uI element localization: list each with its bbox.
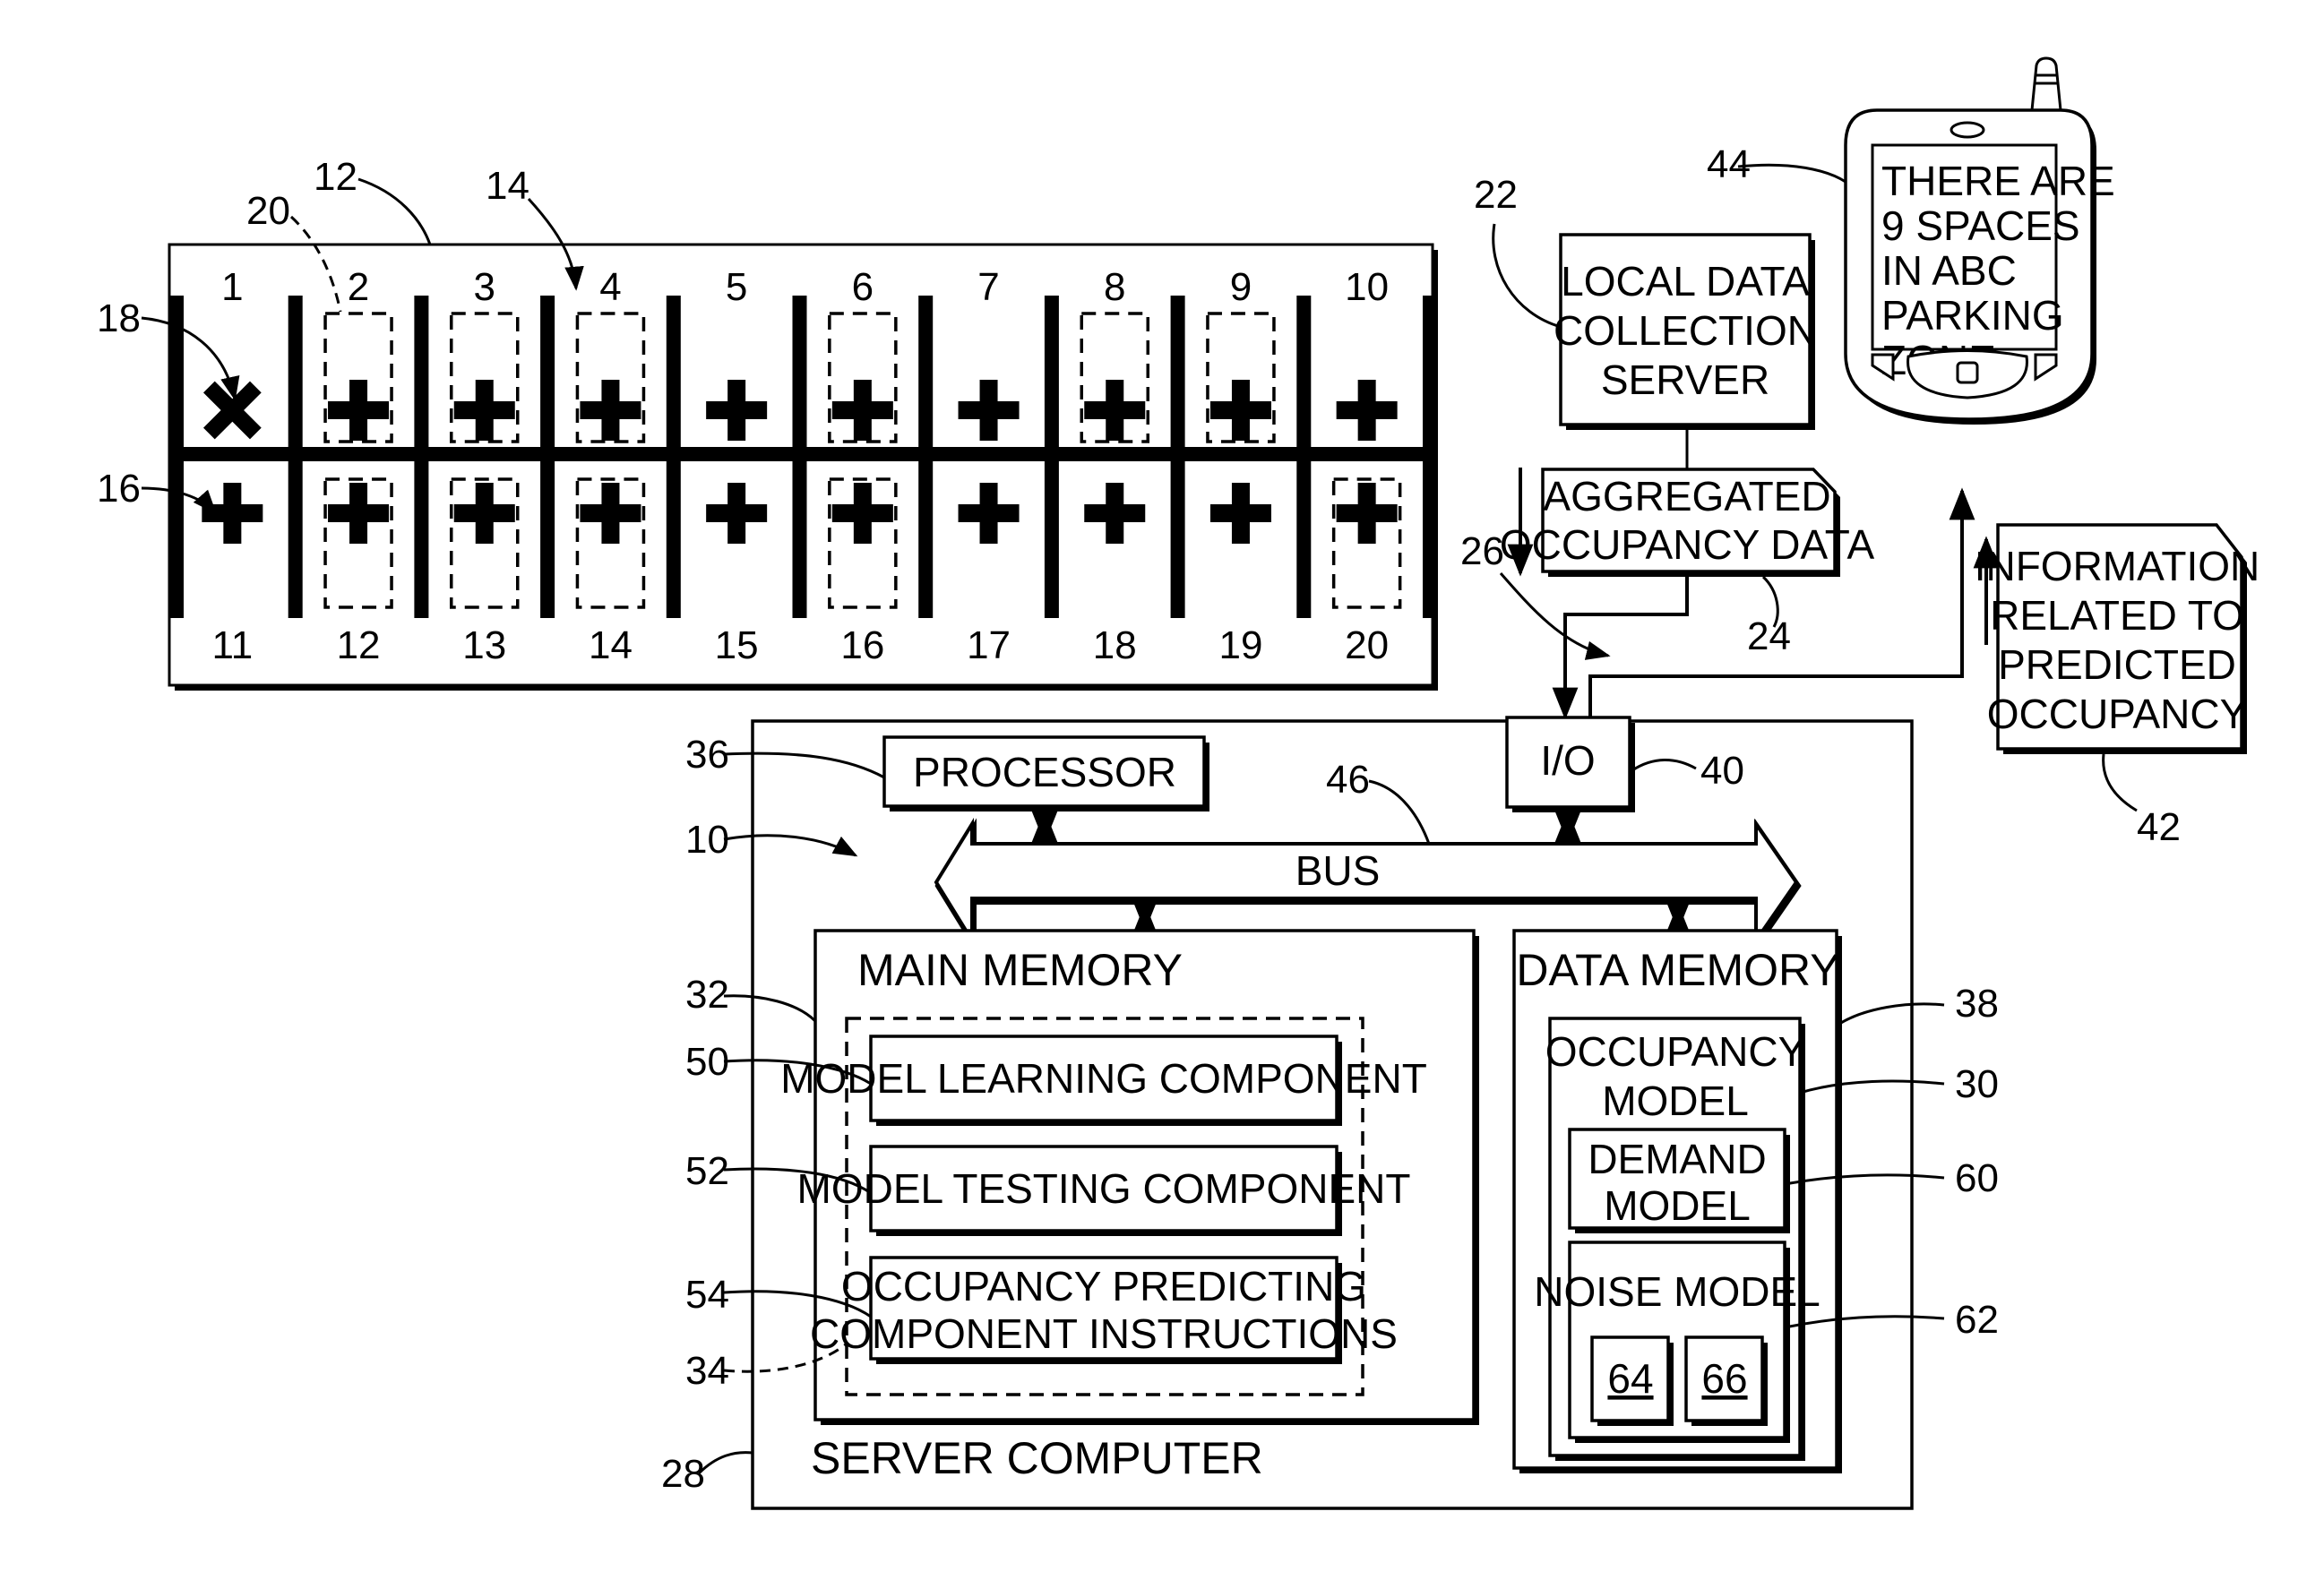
space-divider-line — [414, 296, 429, 618]
bus-label: BUS — [1295, 847, 1381, 894]
phone-screen-line-3: IN ABC — [1881, 247, 2017, 294]
ref-28: 28 — [661, 1452, 705, 1496]
ref-36: 36 — [685, 733, 729, 777]
space-number: 19 — [1218, 623, 1262, 667]
space-divider-line — [540, 296, 555, 618]
noise-model-label: NOISE MODEL — [1534, 1268, 1820, 1315]
info-doc-line-4: OCCUPANCY — [1987, 691, 2248, 737]
local-server-line-1: LOCAL DATA — [1561, 258, 1810, 305]
info-doc-line-3: PREDICTED — [1998, 641, 2236, 688]
space-number: 4 — [599, 265, 621, 309]
space-number: 7 — [977, 265, 999, 309]
info-doc-line-2: RELATED TO — [1990, 592, 2244, 639]
space-number: 6 — [852, 265, 874, 309]
phone-speaker — [1950, 121, 1985, 139]
local-server-line-3: SERVER — [1601, 356, 1769, 403]
information-predicted-occupancy-doc: INFORMATION RELATED TO PREDICTED OCCUPAN… — [1975, 523, 2260, 754]
space-number: 9 — [1230, 265, 1252, 309]
occupancy-predicting-line-1: OCCUPANCY PREDICTING — [841, 1263, 1366, 1310]
space-divider-line — [666, 296, 681, 618]
ref-54: 54 — [685, 1273, 729, 1317]
space-number: 1 — [221, 265, 243, 309]
space-divider-line — [918, 296, 934, 618]
aggregated-occupancy-data-doc: AGGREGATED OCCUPANCY DATA — [1500, 468, 1875, 577]
ref-44: 44 — [1707, 142, 1751, 186]
space-number: 8 — [1104, 265, 1125, 309]
space-divider-line — [1044, 296, 1059, 618]
space-number: 11 — [212, 623, 254, 667]
ref-32: 32 — [685, 973, 729, 1017]
leader-12 — [357, 177, 432, 245]
occupancy-predicting-line-2: COMPONENT INSTRUCTIONS — [810, 1310, 1398, 1357]
model-testing-label: MODEL TESTING COMPONENT — [797, 1165, 1411, 1212]
io-label: I/O — [1540, 737, 1595, 784]
leader-28 — [697, 1451, 753, 1475]
demand-model-line-2: MODEL — [1604, 1182, 1751, 1229]
info-doc-line-1: INFORMATION — [1975, 543, 2260, 589]
occupancy-model-line-2: MODEL — [1602, 1078, 1749, 1124]
ref-34: 34 — [685, 1349, 729, 1393]
space-number: 18 — [1093, 623, 1137, 667]
noise-part-64-label: 64 — [1607, 1355, 1653, 1402]
ref-40: 40 — [1700, 749, 1744, 793]
space-number: 10 — [1345, 265, 1389, 309]
mobile-device: THERE ARE 9 SPACES IN ABC PARKING ZONE — [1844, 56, 2115, 425]
phone-screen-line-4: PARKING — [1881, 292, 2064, 339]
space-number: 14 — [589, 623, 633, 667]
ref-46: 46 — [1326, 758, 1370, 802]
aggregated-doc-line-1: AGGREGATED — [1543, 473, 1830, 520]
leader-44 — [1737, 163, 1846, 184]
ref-42: 42 — [2137, 805, 2181, 849]
server-computer-label: SERVER COMPUTER — [811, 1433, 1263, 1483]
space-number: 2 — [348, 265, 369, 309]
ref-50: 50 — [685, 1040, 729, 1084]
space-divider-line — [1170, 296, 1185, 618]
ref-20: 20 — [246, 189, 290, 233]
ref-14: 14 — [486, 164, 529, 208]
occupancy-model-line-1: OCCUPANCY — [1545, 1028, 1806, 1075]
ref-12: 12 — [314, 155, 357, 199]
space-divider-line — [1296, 296, 1312, 618]
phone-screen-line-2: 9 SPACES — [1881, 202, 2080, 249]
ref-62: 62 — [1955, 1298, 1999, 1342]
patent-figure: 1 2 3 4 5 6 7 8 9 1011 12 13 14 15 16 17 18 19 20 12 20 14… — [97, 56, 2260, 1510]
space-number: 3 — [474, 265, 495, 309]
space-number: 12 — [337, 623, 381, 667]
model-learning-label: MODEL LEARNING COMPONENT — [780, 1055, 1427, 1102]
space-divider-line — [792, 296, 807, 618]
main-memory-label: MAIN MEMORY — [857, 945, 1183, 995]
ref-16: 16 — [97, 467, 141, 511]
parking-lot: 1 2 3 4 5 6 7 8 9 1011 12 13 14 15 16 17 18 19 20 — [168, 243, 1438, 691]
space-number: 20 — [1345, 623, 1389, 667]
space-divider-line — [169, 296, 184, 618]
data-memory-label: DATA MEMORY — [1516, 945, 1839, 995]
space-divider-line — [288, 296, 303, 618]
noise-part-66-label: 66 — [1701, 1355, 1747, 1402]
ref-10: 10 — [685, 818, 729, 862]
space-number: 16 — [840, 623, 884, 667]
space-number: 17 — [967, 623, 1011, 667]
space-number: 13 — [462, 623, 506, 667]
local-data-collection-server: LOCAL DATA COLLECTION SERVER — [1554, 233, 1817, 430]
ref-52: 52 — [685, 1149, 729, 1193]
aggregated-doc-line-2: OCCUPANCY DATA — [1500, 521, 1875, 568]
ref-24: 24 — [1747, 614, 1791, 658]
leader-22 — [1492, 223, 1562, 329]
processor-label: PROCESSOR — [913, 749, 1176, 795]
ref-30: 30 — [1955, 1062, 1999, 1106]
server-computer: SERVER COMPUTER PROCESSOR I/O BUS MAIN M… — [751, 716, 1914, 1510]
space-divider-line — [1423, 296, 1437, 618]
demand-model-line-1: DEMAND — [1588, 1136, 1766, 1182]
ref-38: 38 — [1955, 982, 1999, 1026]
ref-22: 22 — [1474, 173, 1518, 217]
ref-60: 60 — [1955, 1156, 1999, 1200]
phone-screen-line-1: THERE ARE — [1881, 158, 2115, 204]
space-number: 5 — [726, 265, 747, 309]
ref-26: 26 — [1460, 529, 1504, 573]
local-server-line-2: COLLECTION — [1554, 307, 1817, 354]
ref-18: 18 — [97, 296, 141, 340]
phone-select-button — [1956, 361, 1979, 384]
leader-42 — [2102, 753, 2138, 812]
space-number: 15 — [715, 623, 759, 667]
